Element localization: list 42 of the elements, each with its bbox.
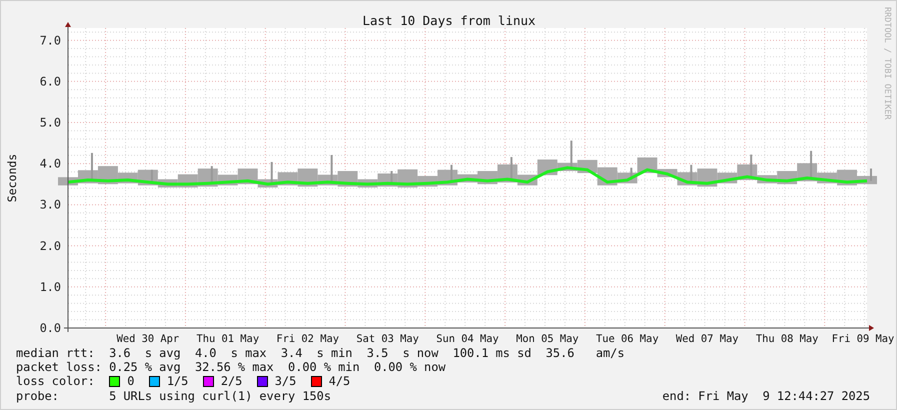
x-tick-label: Fri 02 May — [276, 333, 339, 345]
y-tick-label: 6.0 — [40, 74, 61, 88]
x-tick-label: Wed 30 Apr — [116, 333, 180, 345]
x-tick-label: Sun 04 May — [436, 333, 499, 345]
swatch-label: 4/5 — [328, 374, 350, 389]
y-tick-label: 5.0 — [40, 116, 61, 130]
stat-value: 100.1 ms sd — [452, 346, 532, 360]
legend-label: packet loss: — [16, 360, 103, 374]
swatch-label: 0 — [127, 374, 134, 389]
y-axis-label: Seconds — [5, 154, 19, 202]
stat-value: 0.00 % min — [288, 360, 360, 374]
swatch-label: 3/5 — [274, 374, 296, 389]
stat-value: 0.00 % now — [374, 360, 446, 374]
y-tick-label: 0.0 — [40, 321, 61, 335]
y-tick-label: 4.0 — [40, 156, 61, 171]
swatch-label: 1/5 — [166, 374, 188, 389]
probe-text: 5 URLs using curl(1) every 150s — [109, 388, 331, 403]
credit-text: RRDTOOL / TOBI OETIKER — [882, 7, 892, 120]
x-tick-label: Sat 03 May — [356, 333, 419, 345]
y-tick-label: 2.0 — [40, 238, 61, 253]
stat-value: 3.4 s min — [280, 346, 352, 360]
y-tick-label: 3.0 — [40, 198, 61, 212]
stat-value: 0.25 % avg — [109, 360, 181, 374]
swatch-label: 2/5 — [220, 374, 242, 389]
stat-value: 3.5 s now — [366, 346, 438, 360]
stat-value: 35.6 am/s — [546, 346, 624, 360]
legend-label: median rtt: — [16, 346, 96, 360]
y-tick-label: 1.0 — [40, 280, 61, 294]
x-tick-label: Tue 06 May — [596, 333, 659, 345]
y-tick-label: 7.0 — [40, 33, 61, 48]
legend-label: loss color: — [16, 374, 96, 389]
x-tick-label: Wed 07 May — [676, 333, 738, 345]
stat-value: 32.56 % max — [194, 360, 274, 374]
stat-value: 3.6 s avg — [109, 346, 181, 360]
x-tick-label: Mon 05 May — [516, 333, 579, 345]
x-tick-label: Thu 01 May — [196, 333, 260, 345]
stat-value: 4.0 s max — [194, 346, 267, 360]
chart-title: Last 10 Days from linux — [362, 13, 536, 28]
end-time: end: Fri May 9 12:44:27 2025 — [662, 388, 870, 403]
x-tick-label: Fri 09 May — [832, 333, 894, 345]
x-tick-label: Thu 08 May — [756, 333, 818, 345]
legend-label: probe: — [16, 388, 60, 403]
